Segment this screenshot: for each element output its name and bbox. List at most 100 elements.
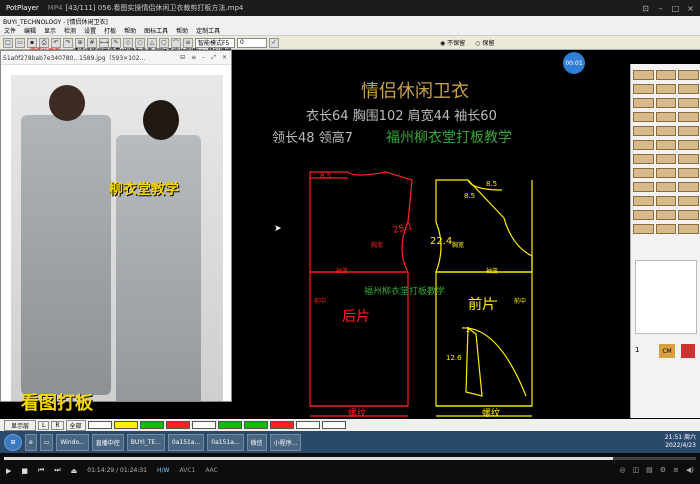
minimize-icon[interactable]: – <box>655 3 666 14</box>
menu-item[interactable]: 帮助 <box>120 26 140 35</box>
taskbar-item[interactable]: 直播中控 <box>91 433 124 451</box>
back-armhole-label: 袖笼 <box>336 268 349 275</box>
minimize-icon[interactable]: – <box>202 54 205 62</box>
menu-item[interactable]: 编辑 <box>20 26 40 35</box>
layer-all-button[interactable]: 全部 <box>65 419 86 431</box>
zoom-fit-icon[interactable]: ⊟ <box>180 54 185 62</box>
pin-icon[interactable]: ⊡ <box>640 3 651 14</box>
layer-color-swatch[interactable] <box>191 421 216 429</box>
ie-icon[interactable]: e <box>25 433 37 451</box>
maximize-icon[interactable]: ⤢ <box>211 54 216 62</box>
menu-item[interactable]: 图标工具 <box>140 26 172 35</box>
stop-icon[interactable]: ■ <box>21 467 28 475</box>
layer-color-swatch[interactable] <box>321 421 346 429</box>
reference-photo <box>11 75 223 401</box>
menu-item[interactable]: 检测 <box>60 26 80 35</box>
taskbar-item[interactable]: Windo... <box>56 433 89 451</box>
watermark-bottom: 看图打板 <box>21 393 93 414</box>
layer-color-swatch[interactable] <box>165 421 190 429</box>
layer-color-swatch[interactable] <box>139 421 164 429</box>
tool-row[interactable] <box>633 154 700 164</box>
hw-badge: H/W <box>157 467 170 474</box>
capture-icon[interactable]: ◎ <box>619 466 625 474</box>
start-icon[interactable]: ⊞ <box>4 433 22 451</box>
menu-item[interactable]: 显示 <box>40 26 60 35</box>
tool-row[interactable] <box>633 84 700 94</box>
radio-no-retain[interactable]: ◉ 不保留 <box>440 38 465 47</box>
head-silhouette <box>49 85 85 121</box>
video-title: [43/111] 056.看图实操情侣休闲卫衣裁剪打板方法.mp4 <box>65 4 244 12</box>
menu-item[interactable]: 设置 <box>80 26 100 35</box>
tool-preview[interactable] <box>635 260 697 334</box>
layer-left-button[interactable]: L <box>38 420 50 430</box>
menu-icon[interactable]: ≡ <box>191 54 196 62</box>
tool-row[interactable] <box>633 126 700 136</box>
page-number: 1 <box>635 346 640 354</box>
tool-row[interactable] <box>633 182 700 192</box>
vr-icon[interactable]: ◫ <box>632 466 639 474</box>
system-clock[interactable]: 21:51 周六 2022/4/23 <box>665 434 700 450</box>
tool-row[interactable] <box>633 70 700 80</box>
taskbar-item[interactable]: 微信 <box>246 433 267 451</box>
folder-icon[interactable]: ▭ <box>39 433 54 451</box>
close-icon[interactable]: × <box>222 54 227 62</box>
volume-icon[interactable]: ◀) <box>686 466 694 474</box>
radio-retain[interactable]: ○ 保留 <box>475 38 494 47</box>
next-icon[interactable]: ⏭ <box>54 466 60 475</box>
image-viewer-header: 51a0f278bab7e340780...1589.jpg（593×102..… <box>1 51 231 65</box>
playlist-icon[interactable]: ≡ <box>673 466 679 474</box>
person-silhouette <box>21 115 111 395</box>
menu-item[interactable]: 定制工具 <box>192 26 224 35</box>
drawing-canvas[interactable]: 情侣休闲卫衣 衣长64 胸围102 肩宽44 袖长60 领长48 领高7 福州柳… <box>236 50 628 418</box>
mode-value-input[interactable]: 0 <box>237 37 267 48</box>
settings-icon[interactable]: ⚙ <box>660 466 666 474</box>
tool-row[interactable] <box>633 98 700 108</box>
player-brand[interactable]: PotPlayer <box>0 4 45 12</box>
image-viewer-window[interactable]: 51a0f278bab7e340780...1589.jpg（593×102..… <box>0 50 232 414</box>
taskbar-item[interactable]: 0a151a... <box>167 433 205 451</box>
tool-row[interactable] <box>633 112 700 122</box>
calculator-icon[interactable] <box>681 344 695 358</box>
front-pocket-dim: 12.6 <box>446 354 462 362</box>
layer-color-swatch[interactable] <box>295 421 320 429</box>
play-icon[interactable]: ▶ <box>6 467 11 475</box>
eject-icon[interactable]: ⏏ <box>71 467 78 475</box>
tool-row[interactable] <box>633 168 700 178</box>
seek-bar[interactable] <box>4 457 696 460</box>
tool-row[interactable] <box>633 224 700 234</box>
subtitle-icon[interactable]: ▤ <box>646 466 653 474</box>
layer-color-swatch[interactable] <box>217 421 242 429</box>
apply-icon[interactable]: ✓ <box>269 37 279 48</box>
back-piece-label: 后片 <box>342 309 370 325</box>
previous-icon[interactable]: ⏮ <box>38 466 44 475</box>
close-icon[interactable]: × <box>685 3 696 14</box>
layer-color-swatch[interactable] <box>87 421 112 429</box>
front-armhole-label: 袖笼 <box>486 268 499 275</box>
menu-item[interactable]: 打板 <box>100 26 120 35</box>
front-neck-dim: 8.5 <box>464 192 476 200</box>
cm-unit-button[interactable]: CM <box>659 344 675 358</box>
front-piece-label: 前片 <box>468 297 496 313</box>
head-silhouette <box>143 100 179 140</box>
recording-badge[interactable]: 00:01 <box>563 52 585 74</box>
new-file-icon[interactable]: □ <box>3 37 13 48</box>
tool-row[interactable] <box>633 196 700 206</box>
retain-options: ◉ 不保留 ○ 保留 <box>440 38 494 47</box>
taskbar-item[interactable]: 0a151a... <box>207 433 244 451</box>
maximize-icon[interactable]: □ <box>670 3 681 14</box>
menu-item[interactable]: 文件 <box>0 26 20 35</box>
taskbar-item[interactable]: BUYI_TE... <box>126 433 165 451</box>
taskbar-item[interactable]: 小程序... <box>269 433 302 451</box>
layer-color-swatch[interactable] <box>243 421 268 429</box>
tool-row[interactable] <box>633 140 700 150</box>
front-chest-label: 胸宽 <box>452 242 465 249</box>
display-layer-label[interactable]: 显示层 <box>4 419 37 431</box>
layer-color-swatch[interactable] <box>269 421 294 429</box>
layer-color-swatch[interactable] <box>113 421 138 429</box>
tool-row[interactable] <box>633 210 700 220</box>
layer-right-button[interactable]: R <box>51 420 64 430</box>
pattern-drawing[interactable] <box>236 50 628 418</box>
layer-bar: 显示层 L R 全部 <box>0 419 700 431</box>
menu-item[interactable]: 帮助 <box>172 26 192 35</box>
open-file-icon[interactable]: ▭ <box>15 37 25 48</box>
